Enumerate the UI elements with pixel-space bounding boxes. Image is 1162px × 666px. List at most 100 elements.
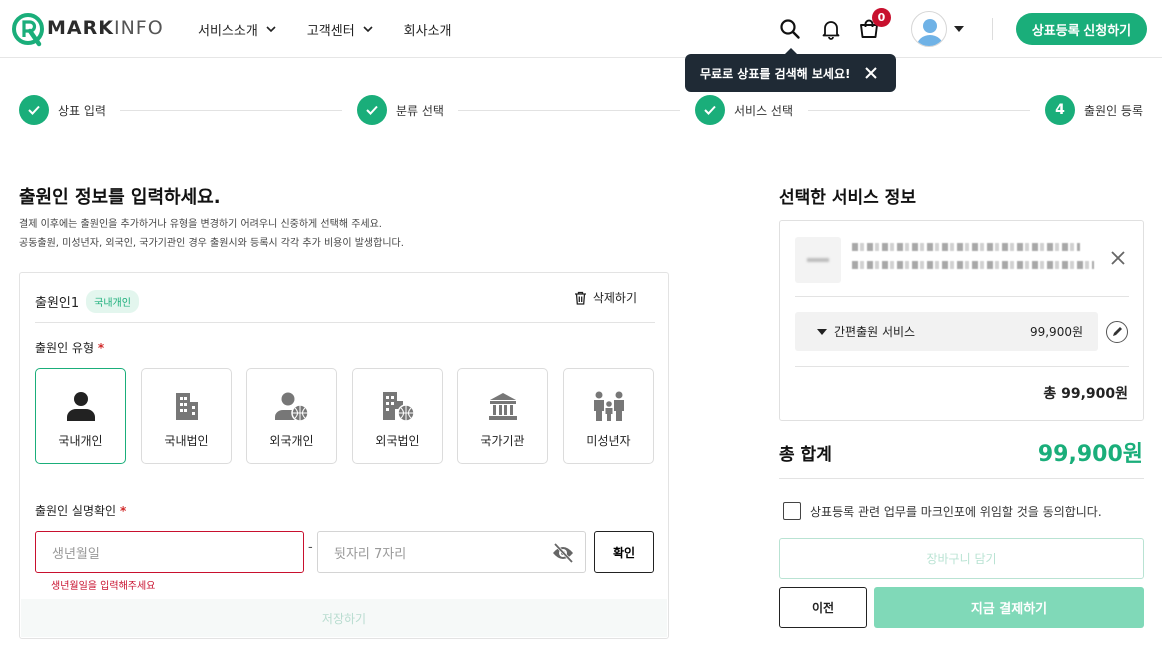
step-applicant-register: 4 출원인 등록 bbox=[1045, 95, 1143, 125]
chevron-down-icon bbox=[266, 26, 276, 33]
applicant-card: 출원인1 국내개인 삭제하기 출원인 유형 * 국내개인 국내법인 외국개인 외… bbox=[19, 272, 669, 639]
required-mark: * bbox=[119, 504, 127, 518]
type-label: 외국법인 bbox=[375, 434, 420, 448]
logo-r-icon bbox=[12, 13, 46, 47]
page-title: 출원인 정보를 입력하세요. bbox=[19, 187, 221, 208]
check-icon bbox=[19, 95, 49, 125]
type-label: 국가기관 bbox=[480, 434, 525, 448]
check-icon bbox=[695, 95, 725, 125]
service-option-row[interactable]: 간편출원 서비스 99,900원 bbox=[795, 312, 1098, 351]
type-minor[interactable]: 미성년자 bbox=[563, 368, 654, 464]
selected-service-title: 선택한 서비스 정보 bbox=[779, 188, 916, 208]
dash-separator: - bbox=[308, 540, 313, 555]
agree-text: 상표등록 관련 업무를 마크인포에 위임할 것을 동의합니다. bbox=[810, 504, 1102, 519]
person-icon bbox=[64, 389, 98, 423]
pencil-icon bbox=[1113, 327, 1122, 336]
markinfo-logo[interactable]: MARKINFO bbox=[12, 10, 164, 50]
nav-label: 고객센터 bbox=[306, 23, 355, 39]
applicant-title: 출원인1 bbox=[35, 296, 80, 311]
close-icon[interactable] bbox=[864, 66, 878, 80]
type-foreign-corporation[interactable]: 외국법인 bbox=[352, 368, 443, 464]
notice-text: 공동출원, 미성년자, 외국인, 국가기관인 경우 출원시와 등록시 각각 추가… bbox=[19, 238, 404, 249]
logo-text: MARKINFO bbox=[47, 17, 164, 39]
type-label: 국내법인 bbox=[164, 434, 209, 448]
required-mark: * bbox=[97, 341, 105, 355]
nav-label: 서비스소개 bbox=[198, 23, 258, 39]
main-nav: 서비스소개 고객센터 회사소개 bbox=[198, 0, 483, 58]
search-tooltip: 무료로 상표를 검색해 보세요! bbox=[685, 48, 896, 92]
grand-total-value: 99,900원 bbox=[1037, 442, 1143, 467]
bell-icon[interactable] bbox=[820, 18, 842, 40]
type-label: 외국개인 bbox=[269, 434, 314, 448]
type-government-agency[interactable]: 국가기관 bbox=[457, 368, 548, 464]
avatar[interactable] bbox=[911, 11, 947, 47]
trademark-thumbnail bbox=[795, 237, 841, 283]
nav-customer-center[interactable]: 고객센터 bbox=[307, 20, 373, 39]
applicant-type-label: 출원인 유형 * bbox=[35, 339, 104, 356]
agree-checkbox-row[interactable]: 상표등록 관련 업무를 마크인포에 위임할 것을 동의합니다. bbox=[783, 502, 1102, 520]
type-foreign-individual[interactable]: 외국개인 bbox=[246, 368, 337, 464]
top-header: MARKINFO 서비스소개 고객센터 회사소개 0 상표등록 신청하기 bbox=[0, 0, 1162, 58]
divider bbox=[779, 478, 1144, 479]
save-button[interactable]: 저장하기 bbox=[21, 599, 667, 637]
search-icon[interactable] bbox=[779, 18, 801, 40]
service-info-card: 간편출원 서비스 99,900원 총 99,900원 bbox=[779, 220, 1144, 421]
grand-total-label: 총 합계 bbox=[779, 445, 832, 465]
step-label: 상표 입력 bbox=[58, 103, 106, 118]
type-label: 미성년자 bbox=[586, 434, 631, 448]
step-class-select: 분류 선택 bbox=[357, 95, 444, 125]
previous-button[interactable]: 이전 bbox=[779, 587, 867, 628]
step-connector bbox=[458, 110, 680, 111]
nav-company-intro[interactable]: 회사소개 bbox=[404, 20, 452, 39]
verify-confirm-button[interactable]: 확인 bbox=[594, 531, 654, 573]
delete-applicant-button[interactable]: 삭제하기 bbox=[574, 289, 637, 306]
caret-down-icon bbox=[817, 328, 827, 335]
agree-checkbox[interactable] bbox=[783, 502, 801, 520]
id-back-digits-input[interactable]: 뒷자리 7자리 bbox=[317, 531, 586, 573]
step-trademark-input: 상표 입력 bbox=[19, 95, 106, 125]
tooltip-text: 무료로 상표를 검색해 보세요! bbox=[700, 66, 851, 81]
apply-trademark-button[interactable]: 상표등록 신청하기 bbox=[1016, 13, 1147, 45]
divider bbox=[795, 296, 1129, 297]
cart-count-badge: 0 bbox=[872, 8, 891, 27]
birthdate-input[interactable]: 생년월일 bbox=[35, 531, 304, 573]
chevron-down-icon bbox=[363, 26, 373, 33]
input-placeholder: 생년월일 bbox=[52, 546, 100, 562]
type-domestic-corporation[interactable]: 국내법인 bbox=[141, 368, 232, 464]
foreign-person-icon bbox=[274, 389, 309, 423]
close-icon[interactable] bbox=[1111, 251, 1125, 265]
add-to-cart-button[interactable]: 장바구니 담기 bbox=[779, 538, 1144, 579]
step-service-select: 서비스 선택 bbox=[695, 95, 793, 125]
header-divider bbox=[992, 18, 993, 40]
error-message: 생년월일을 입력해주세요 bbox=[51, 581, 156, 592]
applicant-header: 출원인1 국내개인 bbox=[35, 290, 139, 313]
divider bbox=[35, 322, 655, 323]
applicant-type-badge: 국내개인 bbox=[86, 290, 139, 313]
step-connector bbox=[808, 110, 1030, 111]
step-connector bbox=[120, 110, 342, 111]
verify-label: 출원인 실명확인 * bbox=[35, 502, 126, 519]
eye-off-icon[interactable] bbox=[552, 543, 574, 563]
input-placeholder: 뒷자리 7자리 bbox=[334, 546, 407, 562]
delete-label: 삭제하기 bbox=[592, 291, 637, 305]
building-icon bbox=[170, 389, 204, 423]
label-text: 출원인 실명확인 bbox=[35, 504, 117, 518]
nav-service-intro[interactable]: 서비스소개 bbox=[198, 20, 276, 39]
government-icon bbox=[486, 389, 520, 423]
label-text: 출원인 유형 bbox=[35, 341, 95, 355]
step-number: 4 bbox=[1045, 95, 1075, 125]
pay-now-button[interactable]: 지금 결제하기 bbox=[874, 587, 1144, 628]
service-subtotal: 총 99,900원 bbox=[1043, 386, 1128, 402]
check-icon bbox=[357, 95, 387, 125]
nav-label: 회사소개 bbox=[403, 23, 452, 39]
caret-down-icon[interactable] bbox=[954, 26, 964, 32]
user-avatar-icon bbox=[917, 19, 943, 46]
type-domestic-individual[interactable]: 국내개인 bbox=[35, 368, 126, 464]
foreign-building-icon bbox=[381, 389, 415, 423]
service-name: 간편출원 서비스 bbox=[834, 325, 916, 339]
step-label: 출원인 등록 bbox=[1084, 103, 1144, 118]
edit-button[interactable] bbox=[1106, 321, 1128, 343]
type-label: 국내개인 bbox=[58, 434, 103, 448]
trash-icon bbox=[574, 291, 586, 305]
blurred-trademark-text bbox=[852, 243, 1080, 251]
